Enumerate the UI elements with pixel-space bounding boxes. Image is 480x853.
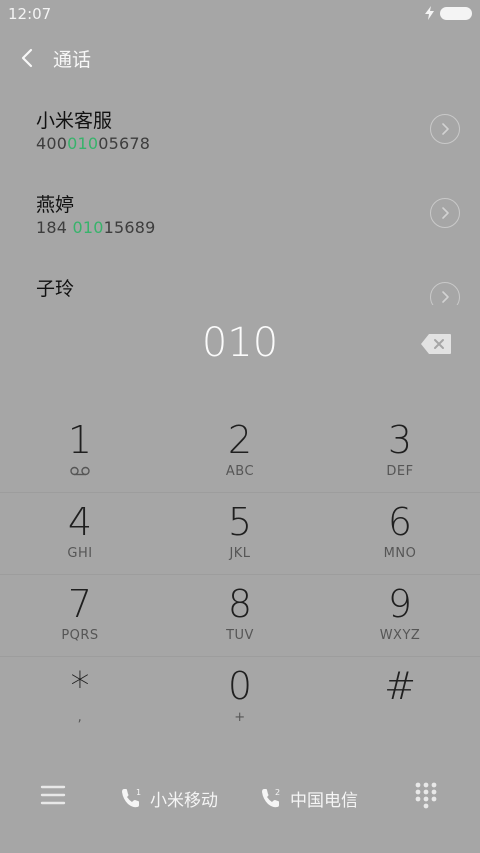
key-4[interactable]: 4 GHI [0, 492, 160, 574]
contact-detail-button[interactable] [430, 282, 460, 305]
status-icons [425, 6, 472, 20]
contact-detail-button[interactable] [430, 198, 460, 228]
key-letters: TUV [226, 628, 254, 643]
contact-name: 燕婷 [36, 194, 75, 216]
bottom-bar: 1 小米移动 2 中国电信 [0, 770, 480, 826]
menu-icon [40, 785, 66, 805]
page-title: 通话 [53, 49, 92, 71]
menu-button[interactable] [40, 784, 66, 806]
contact-item[interactable]: 子玲 [0, 258, 480, 305]
contact-number: 40001005678 [36, 134, 150, 153]
key-digit: 2 [227, 418, 253, 462]
status-bar: 12:07 [0, 0, 480, 28]
key-digit: 7 [67, 582, 93, 626]
key-digit: 4 [67, 500, 93, 544]
voicemail-icon [70, 466, 90, 476]
chevron-left-icon [21, 48, 33, 68]
key-digit: * [70, 664, 90, 708]
lightning-icon [425, 6, 434, 20]
key-digit: 5 [227, 500, 253, 544]
backspace-button[interactable] [420, 333, 452, 355]
key-letters: PQRS [61, 628, 99, 643]
battery-icon [440, 6, 472, 20]
key-digit: 3 [387, 418, 413, 462]
key-7[interactable]: 7 PQRS [0, 574, 160, 656]
key-8[interactable]: 8 TUV [160, 574, 320, 656]
number-match: 010 [67, 134, 99, 153]
key-sub: + [234, 710, 246, 725]
dialpad-icon [415, 782, 437, 809]
sim-index: 2 [275, 788, 280, 797]
contact-item[interactable]: 小米客服 40001005678 [0, 90, 480, 174]
key-digit: 6 [387, 500, 413, 544]
sim1-call-button[interactable]: 1 小米移动 [120, 784, 218, 812]
back-button[interactable] [18, 46, 38, 70]
number-suffix: 05678 [98, 134, 151, 153]
key-hash[interactable]: # [320, 656, 480, 738]
key-digit: 1 [67, 418, 93, 462]
key-digit: 9 [387, 582, 413, 626]
key-9[interactable]: 9 WXYZ [320, 574, 480, 656]
key-digit: # [384, 664, 416, 708]
chevron-right-icon [442, 207, 449, 219]
key-letters: ABC [225, 464, 255, 479]
key-6[interactable]: 6 MNO [320, 492, 480, 574]
key-letters: GHI [67, 546, 93, 561]
contact-list: 小米客服 40001005678 燕婷 184 01015689 子玲 [0, 90, 480, 305]
keypad: 1 2 ABC 3 DEF 4 GHI 5 JKL 6 MNO 7 PQRS 8… [0, 410, 480, 740]
chevron-right-icon [442, 123, 449, 135]
sim2-call-button[interactable]: 2 中国电信 [260, 784, 358, 812]
key-1[interactable]: 1 [0, 410, 160, 492]
number-match: 010 [72, 218, 104, 237]
key-star[interactable]: * , [0, 656, 160, 738]
phone-icon: 1 [122, 788, 141, 808]
key-digit: 8 [227, 582, 253, 626]
key-sub: , [77, 710, 83, 725]
dialed-digits: 010 [201, 320, 279, 366]
dialpad-toggle-button[interactable] [414, 782, 438, 810]
contact-name: 小米客服 [36, 110, 113, 132]
key-letters: MNO [383, 546, 417, 561]
key-letters: JKL [229, 546, 251, 561]
contact-detail-button[interactable] [430, 114, 460, 144]
key-letters: DEF [386, 464, 414, 479]
header: 通话 [0, 38, 480, 78]
key-letters: WXYZ [379, 628, 421, 643]
sim-index: 1 [136, 788, 141, 797]
status-time: 12:07 [8, 5, 52, 23]
phone-icon: 2 [262, 788, 280, 808]
key-2[interactable]: 2 ABC [160, 410, 320, 492]
key-0[interactable]: 0 + [160, 656, 320, 738]
key-3[interactable]: 3 DEF [320, 410, 480, 492]
contact-item[interactable]: 燕婷 184 01015689 [0, 174, 480, 258]
number-prefix: 184 [36, 218, 73, 237]
sim2-label: 中国电信 [290, 790, 358, 811]
backspace-icon [421, 334, 451, 354]
key-digit: 0 [227, 664, 253, 708]
number-prefix: 400 [36, 134, 68, 153]
key-5[interactable]: 5 JKL [160, 492, 320, 574]
contact-number: 184 01015689 [36, 218, 155, 237]
contact-name: 子玲 [36, 278, 75, 300]
key-sub [0, 464, 160, 480]
chevron-right-icon [442, 291, 449, 303]
sim1-label: 小米移动 [150, 790, 218, 811]
number-suffix: 15689 [103, 218, 156, 237]
